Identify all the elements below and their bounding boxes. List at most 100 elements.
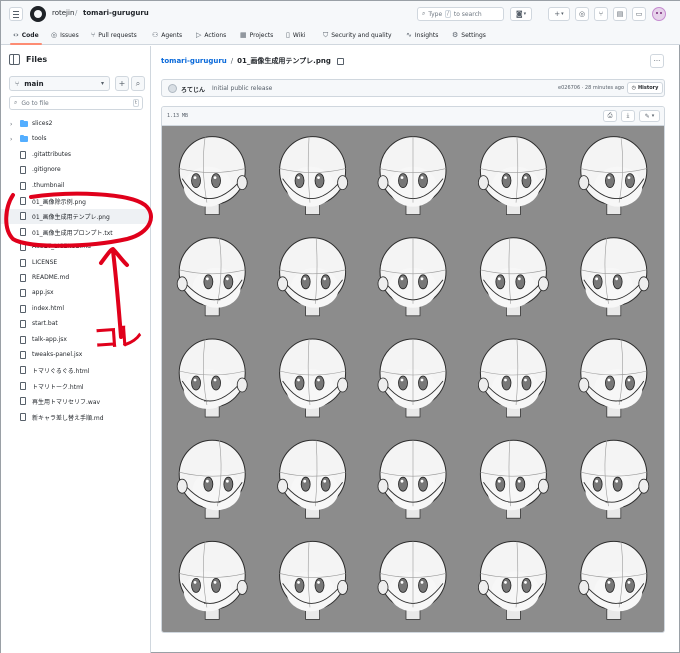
tree-file[interactable]: app.jsx [1,286,151,301]
pull-request-icon: ⑂ [91,31,96,39]
commit-message[interactable]: Initial public release [212,85,272,92]
tree-file[interactable]: LICENSE [1,256,151,271]
tab-agents[interactable]: ⚇ Agents [152,31,182,39]
head-model [580,439,650,519]
tree-file[interactable]: 再生用トマリセリフ.wav [1,394,151,409]
print-button[interactable]: ⎙ [603,110,617,122]
files-title: Files [26,55,48,64]
head-model [178,540,248,620]
tab-projects[interactable]: ▦ Projects [240,31,273,39]
tab-wiki[interactable]: ▯ Wiki [286,31,305,39]
copy-path-icon[interactable] [336,57,344,65]
repo-link[interactable]: tomari-guruguru [83,9,149,17]
more-options-button[interactable]: ··· [650,54,664,68]
history-label: History [637,85,659,91]
breadcrumb-repo-link[interactable]: tomari-guruguru [161,57,227,65]
github-logo-icon[interactable] [30,6,46,22]
tree-item-label: .gitignore [32,166,61,174]
owner-link[interactable]: rotejin [52,9,74,17]
chevron-right-icon[interactable]: › [10,136,12,143]
search-files-button[interactable]: ⌕ [131,76,145,91]
file-icon [20,258,26,267]
tab-code[interactable]: ‹› Code [13,31,39,39]
commit-meta[interactable]: e026706 · 28 minutes ago [558,85,624,91]
search-placeholder: Type [428,10,443,18]
folder-icon [20,135,28,143]
download-button[interactable]: ⤓ [621,110,635,122]
viewer-header: 1.13 MB ⎙ ⤓ ✎ ▾ [162,107,664,126]
pencil-icon: ✎ [644,112,650,120]
tree-file[interactable]: 01_画像生成用プロンプト.txt [1,225,151,240]
branch-selector[interactable]: ⑂ main ▾ [9,76,110,91]
sidebar-toggle-icon[interactable] [9,54,20,65]
history-button[interactable]: ◷ History [627,82,663,94]
tree-folder[interactable]: › tools [1,132,151,147]
tree-item-label: index.html [32,304,64,312]
tab-label: Insights [414,31,439,39]
tree-file[interactable]: .thumbnail [1,179,151,194]
template-image [162,126,664,632]
head-model [377,237,447,317]
commit-author[interactable]: ろてじん [181,85,205,94]
tab-security-and-quality[interactable]: ⛉ Security and quality [323,31,392,40]
tree-file[interactable]: 01_画像除示例.png [1,194,151,209]
inbox-icon: ▭ [635,10,643,18]
head-model [178,338,248,418]
inbox-button[interactable]: ▭ [632,7,646,21]
go-to-file-input[interactable]: ⌕ Go to file t [9,96,143,110]
tree-file[interactable]: .gitignore [1,163,151,178]
add-file-button[interactable]: + [115,76,129,91]
head-model [578,338,648,418]
tab-label: Settings [461,31,486,39]
tree-file[interactable]: .gitattributes [1,148,151,163]
file-icon [20,150,26,159]
issues-global-button[interactable]: ◎ [575,7,589,21]
tab-pull-requests[interactable]: ⑂ Pull requests [91,31,137,39]
pull-request-icon: ⑂ [598,10,604,18]
file-icon [20,366,26,375]
tab-issues[interactable]: ◎ Issues [51,31,79,39]
head-model [178,136,248,215]
go-to-file-shortcut: t [133,99,139,107]
gear-icon: ⚙ [452,31,459,39]
tree-item-label: tools [32,135,47,143]
tree-item-label: ASSET_LICENSE.md [32,243,91,251]
edit-button[interactable]: ✎ ▾ [639,110,660,122]
folder-icon [20,120,28,127]
tree-folder[interactable]: › slices2 [1,117,151,132]
hamburger-menu-icon[interactable] [9,7,23,21]
table-icon: ▦ [240,31,247,39]
tab-insights[interactable]: ∿ Insights [406,31,438,39]
head-model [479,439,549,519]
search-input[interactable]: ⌕ Type / to search [417,7,504,21]
tree-file[interactable]: index.html [1,302,151,317]
latest-commit-bar: ろてじん Initial public release e026706 · 28… [161,79,665,97]
tab-settings[interactable]: ⚙ Settings [452,31,486,39]
tree-file[interactable]: トマリぐるぐる.html [1,363,151,378]
repositories-button[interactable]: ▤ [613,7,627,21]
tree-file[interactable]: 新キャラ差し替え手順.md [1,410,151,425]
tree-file[interactable]: ASSET_LICENSE.md [1,240,151,255]
tree-item-label: 01_画像生成用テンプレ.png [32,214,110,222]
branch-name: main [24,79,44,88]
file-icon [20,412,26,421]
tab-actions[interactable]: ▷ Actions [196,31,226,39]
tree-file[interactable]: README.md [1,271,151,286]
pull-requests-global-button[interactable]: ⑂ [594,7,608,21]
file-icon [20,243,26,252]
chevron-right-icon[interactable]: › [10,121,12,128]
printer-icon: ⎙ [607,112,613,119]
tree-file[interactable]: 01_画像生成用テンプレ.png [1,209,151,225]
copilot-button[interactable]: ◙ ▾ [510,7,532,21]
search-suffix: to search [453,10,482,18]
tree-file[interactable]: トマリトーク.html [1,379,151,394]
file-icon [20,181,26,190]
author-avatar[interactable] [168,84,177,93]
tree-item-label: 新キャラ差し替え手順.md [32,414,104,422]
caret-down-icon: ▾ [561,11,564,17]
create-new-button[interactable]: + ▾ [548,7,570,21]
file-icon [20,304,26,313]
image-viewer: 1.13 MB ⎙ ⤓ ✎ ▾ [161,106,665,633]
file-icon [20,274,26,282]
user-avatar[interactable] [652,7,666,21]
